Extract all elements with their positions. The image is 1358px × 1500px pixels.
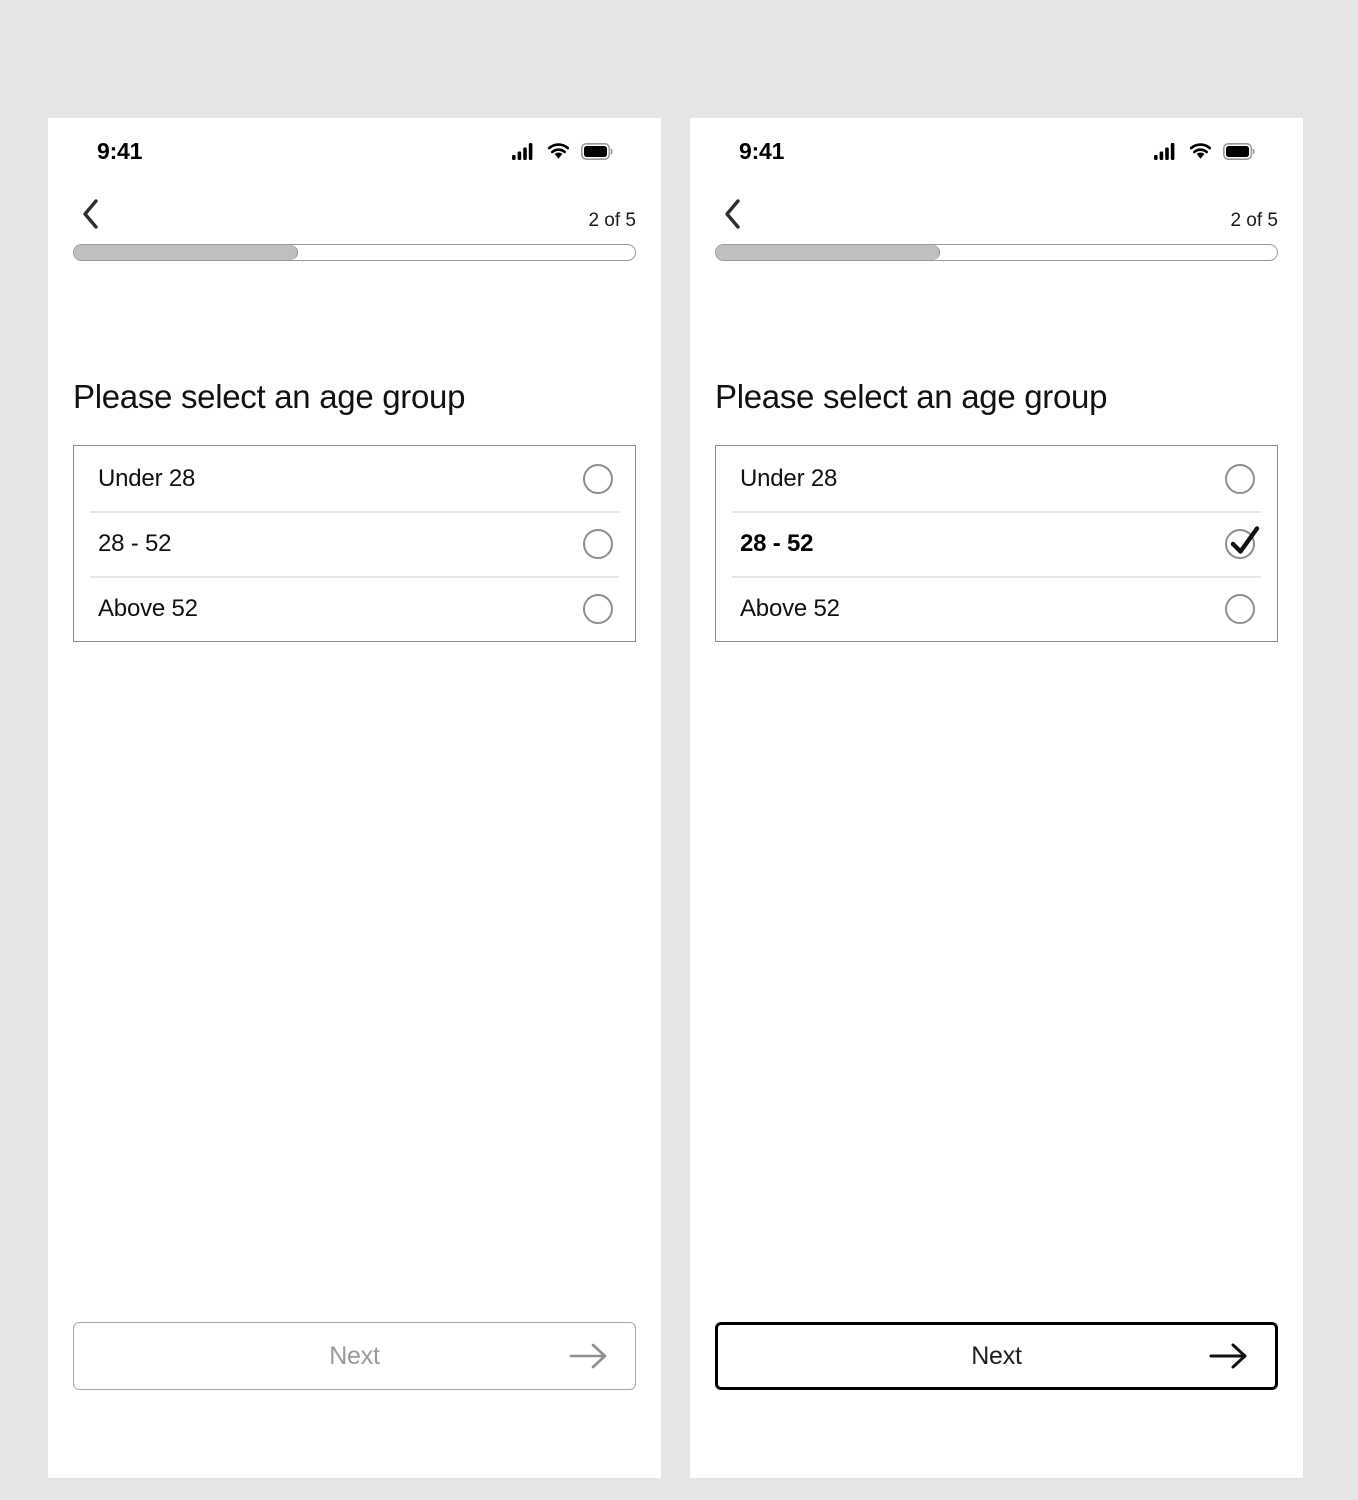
radio-button-unselected[interactable]: [583, 463, 613, 494]
age-group-option-list: Under 28 28 - 52 Above 52: [715, 445, 1278, 642]
option-label: Above 52: [740, 594, 840, 622]
option-label: 28 - 52: [98, 529, 172, 557]
option-above-52[interactable]: Above 52: [716, 576, 1277, 641]
battery-icon: [1223, 142, 1255, 160]
option-label: Above 52: [98, 594, 198, 622]
screen-content: Please select an age group Under 28 28 -…: [48, 261, 661, 1322]
option-28-52[interactable]: 28 - 52: [74, 511, 635, 576]
screen-content: Please select an age group Under 28 28 -…: [690, 261, 1303, 1322]
radio-button-selected[interactable]: [1225, 525, 1260, 559]
step-counter: 2 of 5: [1230, 210, 1278, 231]
status-bar-time: 9:41: [97, 137, 143, 164]
option-28-52[interactable]: 28 - 52: [716, 511, 1277, 576]
option-above-52[interactable]: Above 52: [74, 576, 635, 641]
radio-button-unselected[interactable]: [1225, 593, 1255, 624]
progress-bar-fill: [716, 245, 941, 260]
next-button-container: Next: [690, 1322, 1303, 1390]
screenshot-stage: 9:41 2 of 5 Please select an age group U…: [0, 0, 1358, 1500]
next-button-enabled[interactable]: Next: [715, 1322, 1278, 1390]
cellular-signal-icon: [1154, 142, 1175, 160]
chevron-left-icon: [83, 199, 98, 229]
status-bar-icons: [512, 142, 613, 160]
question-title: Please select an age group: [715, 378, 1108, 415]
back-button[interactable]: [71, 194, 111, 234]
radio-button-unselected[interactable]: [1225, 463, 1255, 494]
cellular-signal-icon: [512, 142, 533, 160]
radio-circle-icon: [1225, 528, 1255, 559]
option-label: 28 - 52: [740, 529, 814, 557]
next-button-container: Next: [48, 1322, 661, 1390]
status-bar: 9:41: [690, 118, 1303, 184]
back-button[interactable]: [713, 194, 753, 234]
radio-button-unselected[interactable]: [583, 528, 613, 559]
option-under-28[interactable]: Under 28: [74, 446, 635, 511]
question-title: Please select an age group: [73, 378, 466, 415]
next-button-label: Next: [329, 1341, 380, 1370]
progress-bar[interactable]: [73, 244, 636, 261]
arrow-right-icon: [1209, 1343, 1247, 1369]
radio-circle-icon: [1225, 463, 1255, 494]
radio-circle-icon: [583, 528, 613, 559]
nav-row: 2 of 5: [690, 184, 1303, 244]
option-under-28[interactable]: Under 28: [716, 446, 1277, 511]
phone-screen-selected: 9:41 2 of 5 Please select an age group U…: [690, 118, 1303, 1478]
wifi-icon: [547, 142, 570, 159]
next-button-label: Next: [971, 1341, 1022, 1370]
progress-bar-fill: [74, 245, 299, 260]
status-bar-time: 9:41: [739, 137, 785, 164]
radio-button-unselected[interactable]: [583, 593, 613, 624]
age-group-option-list: Under 28 28 - 52 Above 52: [73, 445, 636, 642]
status-bar-icons: [1154, 142, 1255, 160]
nav-row: 2 of 5: [48, 184, 661, 244]
chevron-left-icon: [725, 199, 740, 229]
radio-circle-icon: [583, 593, 613, 624]
phone-screen-unselected: 9:41 2 of 5 Please select an age group U…: [48, 118, 661, 1478]
progress-bar[interactable]: [715, 244, 1278, 261]
radio-circle-icon: [1225, 593, 1255, 624]
option-label: Under 28: [98, 464, 196, 492]
next-button-disabled[interactable]: Next: [73, 1322, 636, 1390]
battery-icon: [581, 142, 613, 160]
status-bar: 9:41: [48, 118, 661, 184]
step-counter: 2 of 5: [588, 210, 636, 231]
radio-circle-icon: [583, 463, 613, 494]
arrow-right-icon: [569, 1343, 607, 1369]
option-label: Under 28: [740, 464, 838, 492]
wifi-icon: [1189, 142, 1212, 159]
